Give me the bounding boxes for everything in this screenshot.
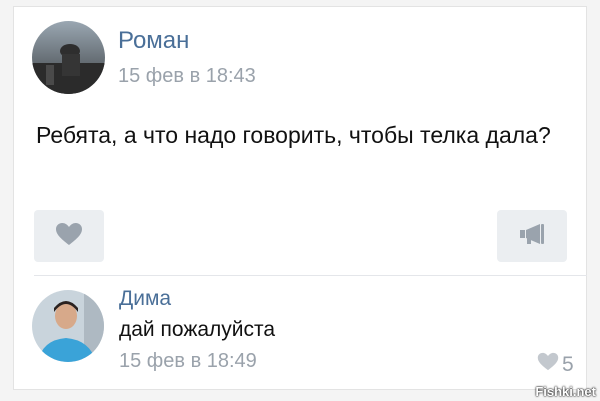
comment-like-button[interactable]: 5 [537, 352, 574, 377]
megaphone-icon [518, 222, 546, 251]
post-author-avatar[interactable] [32, 21, 105, 94]
post-author-name[interactable]: Роман [118, 27, 189, 55]
comment-author-avatar[interactable] [32, 290, 104, 362]
post-date[interactable]: 15 фев в 18:43 [118, 65, 256, 88]
post-text: Ребята, а что надо говорить, чтобы телка… [36, 122, 551, 148]
heart-icon [537, 352, 562, 377]
heart-icon [55, 222, 83, 251]
watermark: Fishki.net [535, 384, 596, 399]
comment-author-name[interactable]: Дима [119, 287, 171, 311]
post-card: Роман 15 фев в 18:43 Ребята, а что надо … [13, 6, 587, 390]
comment-date[interactable]: 15 фев в 18:49 [119, 350, 257, 373]
like-button[interactable] [34, 210, 104, 262]
comment-text: дай пожалуйста [119, 318, 276, 341]
share-button[interactable] [497, 210, 567, 262]
comment-like-count: 5 [562, 352, 574, 376]
divider [34, 275, 587, 276]
